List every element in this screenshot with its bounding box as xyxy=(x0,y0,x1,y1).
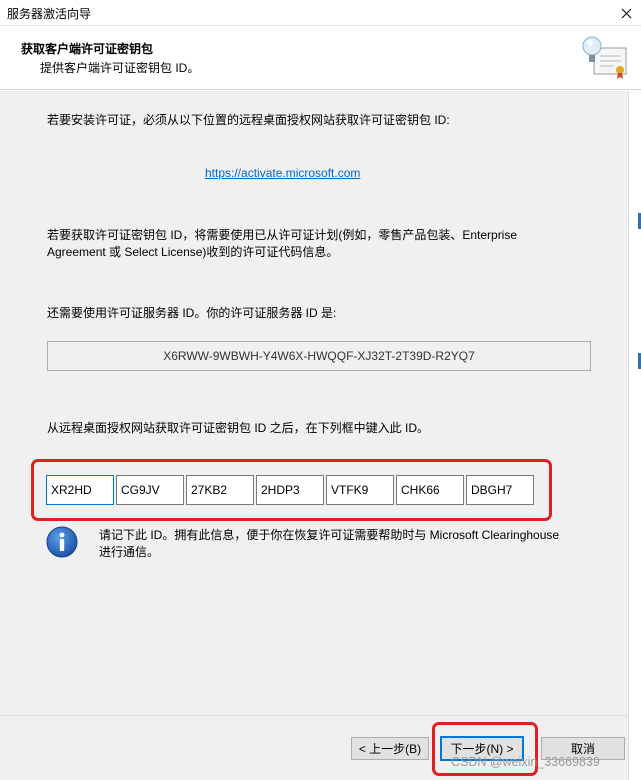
key-part-3[interactable] xyxy=(186,475,254,505)
key-part-2[interactable] xyxy=(116,475,184,505)
side-strip xyxy=(628,91,641,780)
intro-text: 若要安装许可证，必须从以下位置的远程桌面授权网站获取许可证密钥包 ID: xyxy=(47,113,450,127)
page-title: 获取客户端许可证密钥包 xyxy=(21,42,154,56)
server-id-label: 还需要使用许可证服务器 ID。你的许可证服务器 ID 是: xyxy=(47,306,337,320)
window-title: 服务器激活向导 xyxy=(7,7,92,21)
content-panel xyxy=(0,91,628,715)
key-part-1[interactable] xyxy=(46,475,114,505)
back-button[interactable]: < 上一步(B) xyxy=(351,737,429,760)
watermark: CSDN @weixin_33669839 xyxy=(451,755,600,769)
key-part-4[interactable] xyxy=(256,475,324,505)
key-part-6[interactable] xyxy=(396,475,464,505)
server-id-value: X6RWW-9WBWH-Y4W6X-HWQQF-XJ32T-2T39D-R2YQ… xyxy=(163,349,475,363)
activation-link[interactable]: https://activate.microsoft.com xyxy=(205,166,360,180)
info-text-line1: 请记下此 ID。拥有此信息，便于你在恢复许可证需要帮助时与 Microsoft … xyxy=(99,528,560,542)
title-bar: 服务器激活向导 xyxy=(0,0,641,26)
server-id-field: X6RWW-9WBWH-Y4W6X-HWQQF-XJ32T-2T39D-R2YQ… xyxy=(47,341,591,371)
info-icon xyxy=(46,526,78,558)
footer-bar xyxy=(0,715,628,780)
certificate-icon xyxy=(582,36,627,79)
program-text-line2: Agreement 或 Select License)收到的许可证代码信息。 xyxy=(47,245,339,259)
enter-id-label: 从远程桌面授权网站获取许可证密钥包 ID 之后，在下列框中键入此 ID。 xyxy=(47,421,430,435)
close-icon xyxy=(621,8,631,18)
close-button[interactable] xyxy=(611,0,641,26)
wizard-header: 获取客户端许可证密钥包 提供客户端许可证密钥包 ID。 xyxy=(0,26,641,90)
key-part-7[interactable] xyxy=(466,475,534,505)
program-text-line1: 若要获取许可证密钥包 ID，将需要使用已从许可证计划(例如，零售产品包装、Ent… xyxy=(47,228,518,242)
key-part-5[interactable] xyxy=(326,475,394,505)
info-text-line2: 进行通信。 xyxy=(99,545,160,559)
page-subtitle: 提供客户端许可证密钥包 ID。 xyxy=(40,61,200,75)
